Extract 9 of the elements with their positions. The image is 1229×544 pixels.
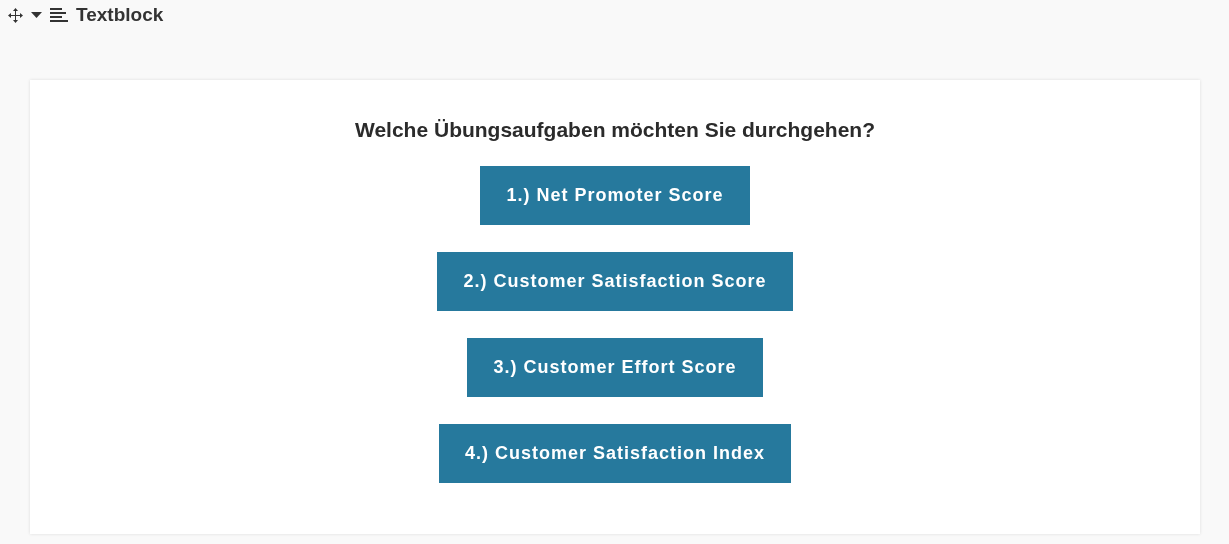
choice-button[interactable]: 3.) Customer Effort Score bbox=[467, 338, 763, 397]
move-icon[interactable] bbox=[8, 7, 23, 23]
choice-button[interactable]: 2.) Customer Satisfaction Score bbox=[437, 252, 793, 311]
question-heading: Welche Übungsaufgaben möchten Sie durchgehen? bbox=[355, 118, 875, 142]
choice-button[interactable]: 4.) Customer Satisfaction Index bbox=[438, 424, 792, 483]
caret-icon[interactable] bbox=[31, 12, 42, 18]
text-align-icon bbox=[50, 8, 68, 22]
block-title: Textblock bbox=[76, 4, 164, 26]
choice-button[interactable]: 1.) Net Promoter Score bbox=[480, 166, 750, 225]
